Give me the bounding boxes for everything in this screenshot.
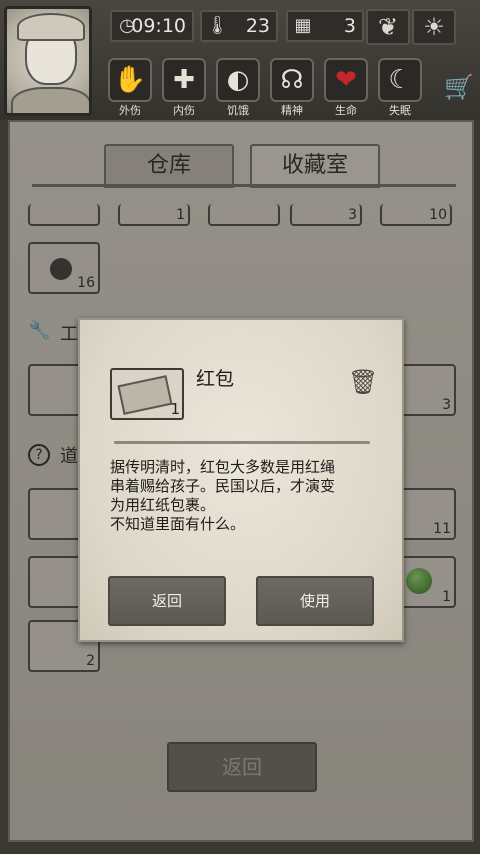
stomach-icon[interactable]: ◐: [216, 58, 260, 102]
thermometer-icon: 🌡: [206, 15, 229, 36]
status-label-spirit: 精神: [281, 104, 303, 117]
portrait-body: [11, 87, 89, 113]
item-detail-dialog: 1 红包 🗑 据传明清时，红包大多数是用红绳 串着赐给孩子。民国以后，才演变 为…: [78, 318, 404, 642]
temperature-value: 23: [245, 15, 270, 37]
dialog-back-button[interactable]: 返回: [108, 576, 226, 626]
character-portrait[interactable]: [4, 6, 92, 116]
shop-cart-icon[interactable]: 🛒: [444, 72, 474, 102]
time-value: 09:10: [131, 15, 186, 37]
status-label-hunger: 饥饿: [227, 104, 249, 117]
item-slot: 1: [110, 368, 184, 420]
status-label-external-injury: 外伤: [119, 104, 141, 117]
leaf-icon[interactable]: ❦: [366, 9, 410, 45]
day-display: ▦ 3: [286, 10, 364, 42]
calendar-icon: ▦: [294, 15, 312, 36]
status-label-insomnia: 失眠: [389, 104, 411, 117]
status-label-internal-injury: 内伤: [173, 104, 195, 117]
top-status-bar: ◷ 09:10 🌡 23 ▦ 3 ❦ ☀ ✋ 外伤 ✚ 内伤 ◐ 饥饿 ☊ 精神…: [0, 0, 480, 120]
day-value: 3: [343, 15, 356, 37]
status-label-life: 生命: [335, 104, 357, 117]
temperature-display: 🌡 23: [200, 10, 278, 42]
hand-icon[interactable]: ✋: [108, 58, 152, 102]
trash-icon[interactable]: 🗑: [348, 368, 378, 396]
red-envelope-icon: [117, 375, 173, 415]
item-description: 据传明清时，红包大多数是用红绳 串着赐给孩子。民国以后，才演变 为用红纸包裹。 …: [110, 458, 336, 533]
moon-icon[interactable]: ☾: [378, 58, 422, 102]
item-name: 红包: [196, 368, 235, 390]
divider: [114, 441, 370, 444]
time-display: ◷ 09:10: [110, 10, 194, 42]
brain-icon[interactable]: ☊: [270, 58, 314, 102]
portrait-hat: [17, 13, 85, 41]
sun-icon[interactable]: ☀: [412, 9, 456, 45]
heart-icon[interactable]: ❤: [324, 58, 368, 102]
use-button[interactable]: 使用: [256, 576, 374, 626]
cross-icon[interactable]: ✚: [162, 58, 206, 102]
